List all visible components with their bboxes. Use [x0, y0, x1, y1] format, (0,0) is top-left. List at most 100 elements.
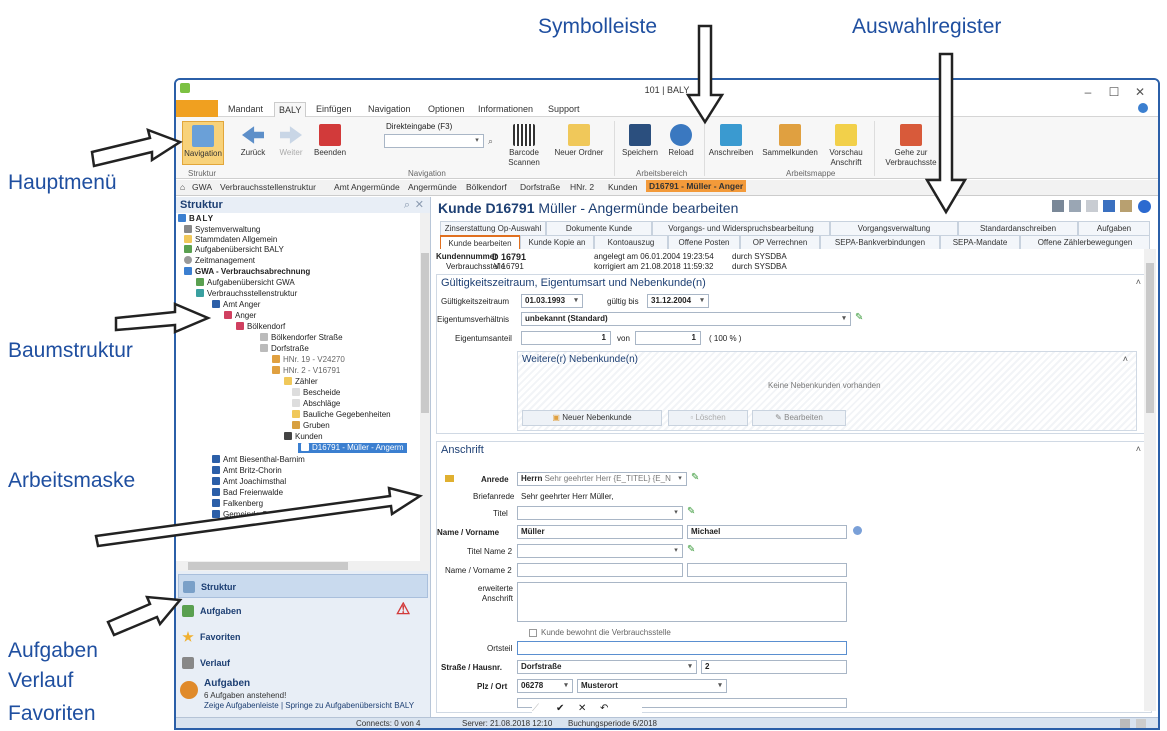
tree-node[interactable]: Aufgabenübersicht GWA	[196, 278, 295, 288]
undo-icon[interactable]: ↶	[600, 703, 608, 714]
menu-tab-informationen[interactable]: Informationen	[474, 102, 537, 117]
chevron-down-icon[interactable]: ▾	[671, 508, 681, 518]
breadcrumb-item[interactable]: Angermünde	[408, 182, 457, 192]
anschreiben-button[interactable]: Anschreiben	[706, 124, 756, 158]
pencil-icon[interactable]: ✎	[855, 312, 863, 323]
tab-kunde-kopie[interactable]: Kunde Kopie an	[520, 235, 594, 249]
pencil-icon[interactable]: ✎	[691, 472, 699, 483]
tree-hscrollbar[interactable]	[176, 561, 430, 571]
eigentumsanteil-total-field[interactable]: 1	[635, 331, 701, 345]
tree-node[interactable]: Bauliche Gegebenheiten	[292, 410, 391, 420]
tree-node[interactable]: Systemverwaltung	[184, 225, 260, 235]
scroll-thumb[interactable]	[421, 253, 429, 413]
delete-button[interactable]: ▫ Löschen	[668, 410, 748, 426]
tree-node[interactable]: Amt Joachimsthal	[212, 477, 286, 487]
name-field[interactable]: Müller	[517, 525, 683, 539]
erweiterte-anschrift-field[interactable]	[517, 582, 847, 622]
breadcrumb-item[interactable]: GWA	[192, 182, 212, 192]
tree-node[interactable]: Zähler	[284, 377, 318, 387]
breadcrumb-item[interactable]: Dorfstraße	[520, 182, 560, 192]
menu-tab-support[interactable]: Support	[544, 102, 584, 117]
chevron-down-icon[interactable]: ▾	[675, 474, 685, 484]
tab-zaehlerbewegungen[interactable]: Offene Zählerbewegungen	[1020, 235, 1150, 249]
barcode-button[interactable]: Barcode Scannen	[504, 124, 544, 168]
nav-verlauf[interactable]: Verlauf	[178, 651, 428, 675]
tab-sepa-bank[interactable]: SEPA-Bankverbindungen	[820, 235, 940, 249]
tasks-panel-links[interactable]: Zeige Aufgabenleiste | Springe zu Aufgab…	[204, 701, 414, 710]
reload-button[interactable]: Reload	[666, 124, 696, 158]
tree-node[interactable]: Bescheide	[292, 388, 340, 398]
name2-field[interactable]	[517, 563, 683, 577]
tab-dokumente[interactable]: Dokumente Kunde	[546, 221, 652, 235]
menu-tab-baly[interactable]: BALY	[274, 102, 307, 117]
vorschau-anschrift-button[interactable]: Vorschau Anschrift	[824, 124, 868, 168]
breadcrumb-current[interactable]: D16791 - Müller - Anger	[646, 180, 747, 192]
tree-node[interactable]: Gruben	[292, 421, 330, 431]
gueltig-von-field[interactable]: 01.03.1993 ▾	[521, 294, 583, 308]
tree-node-selected[interactable]: D16791 - Müller - Angerm	[298, 443, 407, 453]
goto-verbrauchsstelle-button[interactable]: Gehe zur Verbrauchsste	[878, 124, 944, 168]
breadcrumb-item[interactable]: Amt Angermünde	[334, 182, 400, 192]
nav-favoriten[interactable]: Favoriten	[178, 625, 428, 649]
tree-node[interactable]: GWA - Verbrauchsabrechnung	[184, 267, 310, 277]
chevron-down-icon[interactable]: ▾	[472, 136, 482, 146]
chevron-down-icon[interactable]: ▾	[715, 681, 725, 691]
anrede-field[interactable]: Herrn Sehr geehrter Herr {E_TITEL} {E_N ▾	[517, 472, 687, 486]
maximize-icon[interactable]: ☐	[1102, 82, 1126, 102]
back-button[interactable]: Zurück	[236, 124, 270, 158]
nav-struktur[interactable]: Struktur	[178, 574, 428, 598]
chevron-up-icon[interactable]: ˄	[1123, 354, 1128, 364]
chevron-down-icon[interactable]: ▾	[561, 681, 571, 691]
cancel-icon[interactable]: ✕	[578, 703, 586, 714]
chevron-down-icon[interactable]: ▾	[697, 296, 707, 306]
close-icon[interactable]: ✕	[1128, 82, 1152, 102]
breadcrumb-item[interactable]: HNr. 2	[570, 182, 594, 192]
tree-node[interactable]: HNr. 2 - V16791	[272, 366, 340, 376]
menu-tab-navigation[interactable]: Navigation	[364, 102, 415, 117]
tree-node[interactable]: Verbrauchsstellenstruktur	[196, 289, 297, 299]
sammelkunden-button[interactable]: Sammelkunden	[760, 124, 820, 158]
breadcrumb-item[interactable]: Verbrauchsstellenstruktur	[220, 182, 316, 192]
tree-node[interactable]: Bölkendorfer Straße	[260, 333, 343, 343]
nav-aufgaben[interactable]: Aufgaben ⚠	[178, 599, 428, 623]
edit-button[interactable]: ✎ Bearbeiten	[752, 410, 846, 426]
vorname2-field[interactable]	[687, 563, 847, 577]
new-folder-button[interactable]: Neuer Ordner	[554, 124, 604, 158]
tree-node[interactable]: Anger	[224, 311, 256, 321]
ort-field[interactable]: Musterort ▾	[577, 679, 727, 693]
chevron-down-icon[interactable]: ▾	[571, 296, 581, 306]
tree-node[interactable]: Stammdaten Allgemein	[184, 235, 277, 245]
tab-offene-posten[interactable]: Offene Posten	[668, 235, 740, 249]
scroll-thumb[interactable]	[188, 562, 348, 570]
tab-vorgangsverwaltung[interactable]: Vorgangsverwaltung	[830, 221, 958, 235]
plz-field[interactable]: 06278 ▾	[517, 679, 573, 693]
pencil-icon[interactable]: ✎	[687, 544, 695, 555]
eigentumsverhaeltnis-field[interactable]: unbekannt (Standard) ▾	[521, 312, 851, 326]
navigation-button[interactable]: Navigation	[182, 121, 224, 165]
gueltig-bis-field[interactable]: 31.12.2004 ▾	[647, 294, 709, 308]
hausnr-field[interactable]: 2	[701, 660, 847, 674]
link-icon[interactable]	[853, 526, 862, 535]
tab-kontoauszug[interactable]: Kontoauszug	[594, 235, 668, 249]
exit-button[interactable]: Beenden	[312, 124, 348, 158]
help-icon[interactable]	[1138, 103, 1148, 113]
tree-node[interactable]: Gemeinde Schorfheide	[212, 510, 305, 520]
tree-node[interactable]: Bölkendorf	[236, 322, 285, 332]
tab-zinserstattung[interactable]: Zinserstattung Op-Auswahl	[440, 221, 546, 235]
direct-input-field[interactable]: ▾	[384, 134, 484, 148]
layout-icon[interactable]	[1136, 719, 1146, 728]
close-icon[interactable]: ✕	[415, 197, 424, 213]
print-icon[interactable]	[1052, 200, 1064, 212]
breadcrumb-item[interactable]: Kunden	[608, 182, 637, 192]
tree-node[interactable]: Bad Freienwalde	[212, 488, 283, 498]
scroll-thumb[interactable]	[1146, 263, 1154, 413]
tree-node[interactable]: BALY	[178, 214, 214, 224]
menu-tab-optionen[interactable]: Optionen	[424, 102, 469, 117]
home-icon[interactable]: ⌂	[180, 182, 185, 192]
tree-node[interactable]: Falkenberg	[212, 499, 263, 509]
tree-node[interactable]: Amt Anger	[212, 300, 260, 310]
search-icon[interactable]: ⌕	[404, 197, 410, 213]
strasse-field[interactable]: Dorfstraße ▾	[517, 660, 697, 674]
chevron-up-icon[interactable]: ˄	[1136, 277, 1141, 287]
tree-scrollbar[interactable]	[420, 213, 430, 561]
